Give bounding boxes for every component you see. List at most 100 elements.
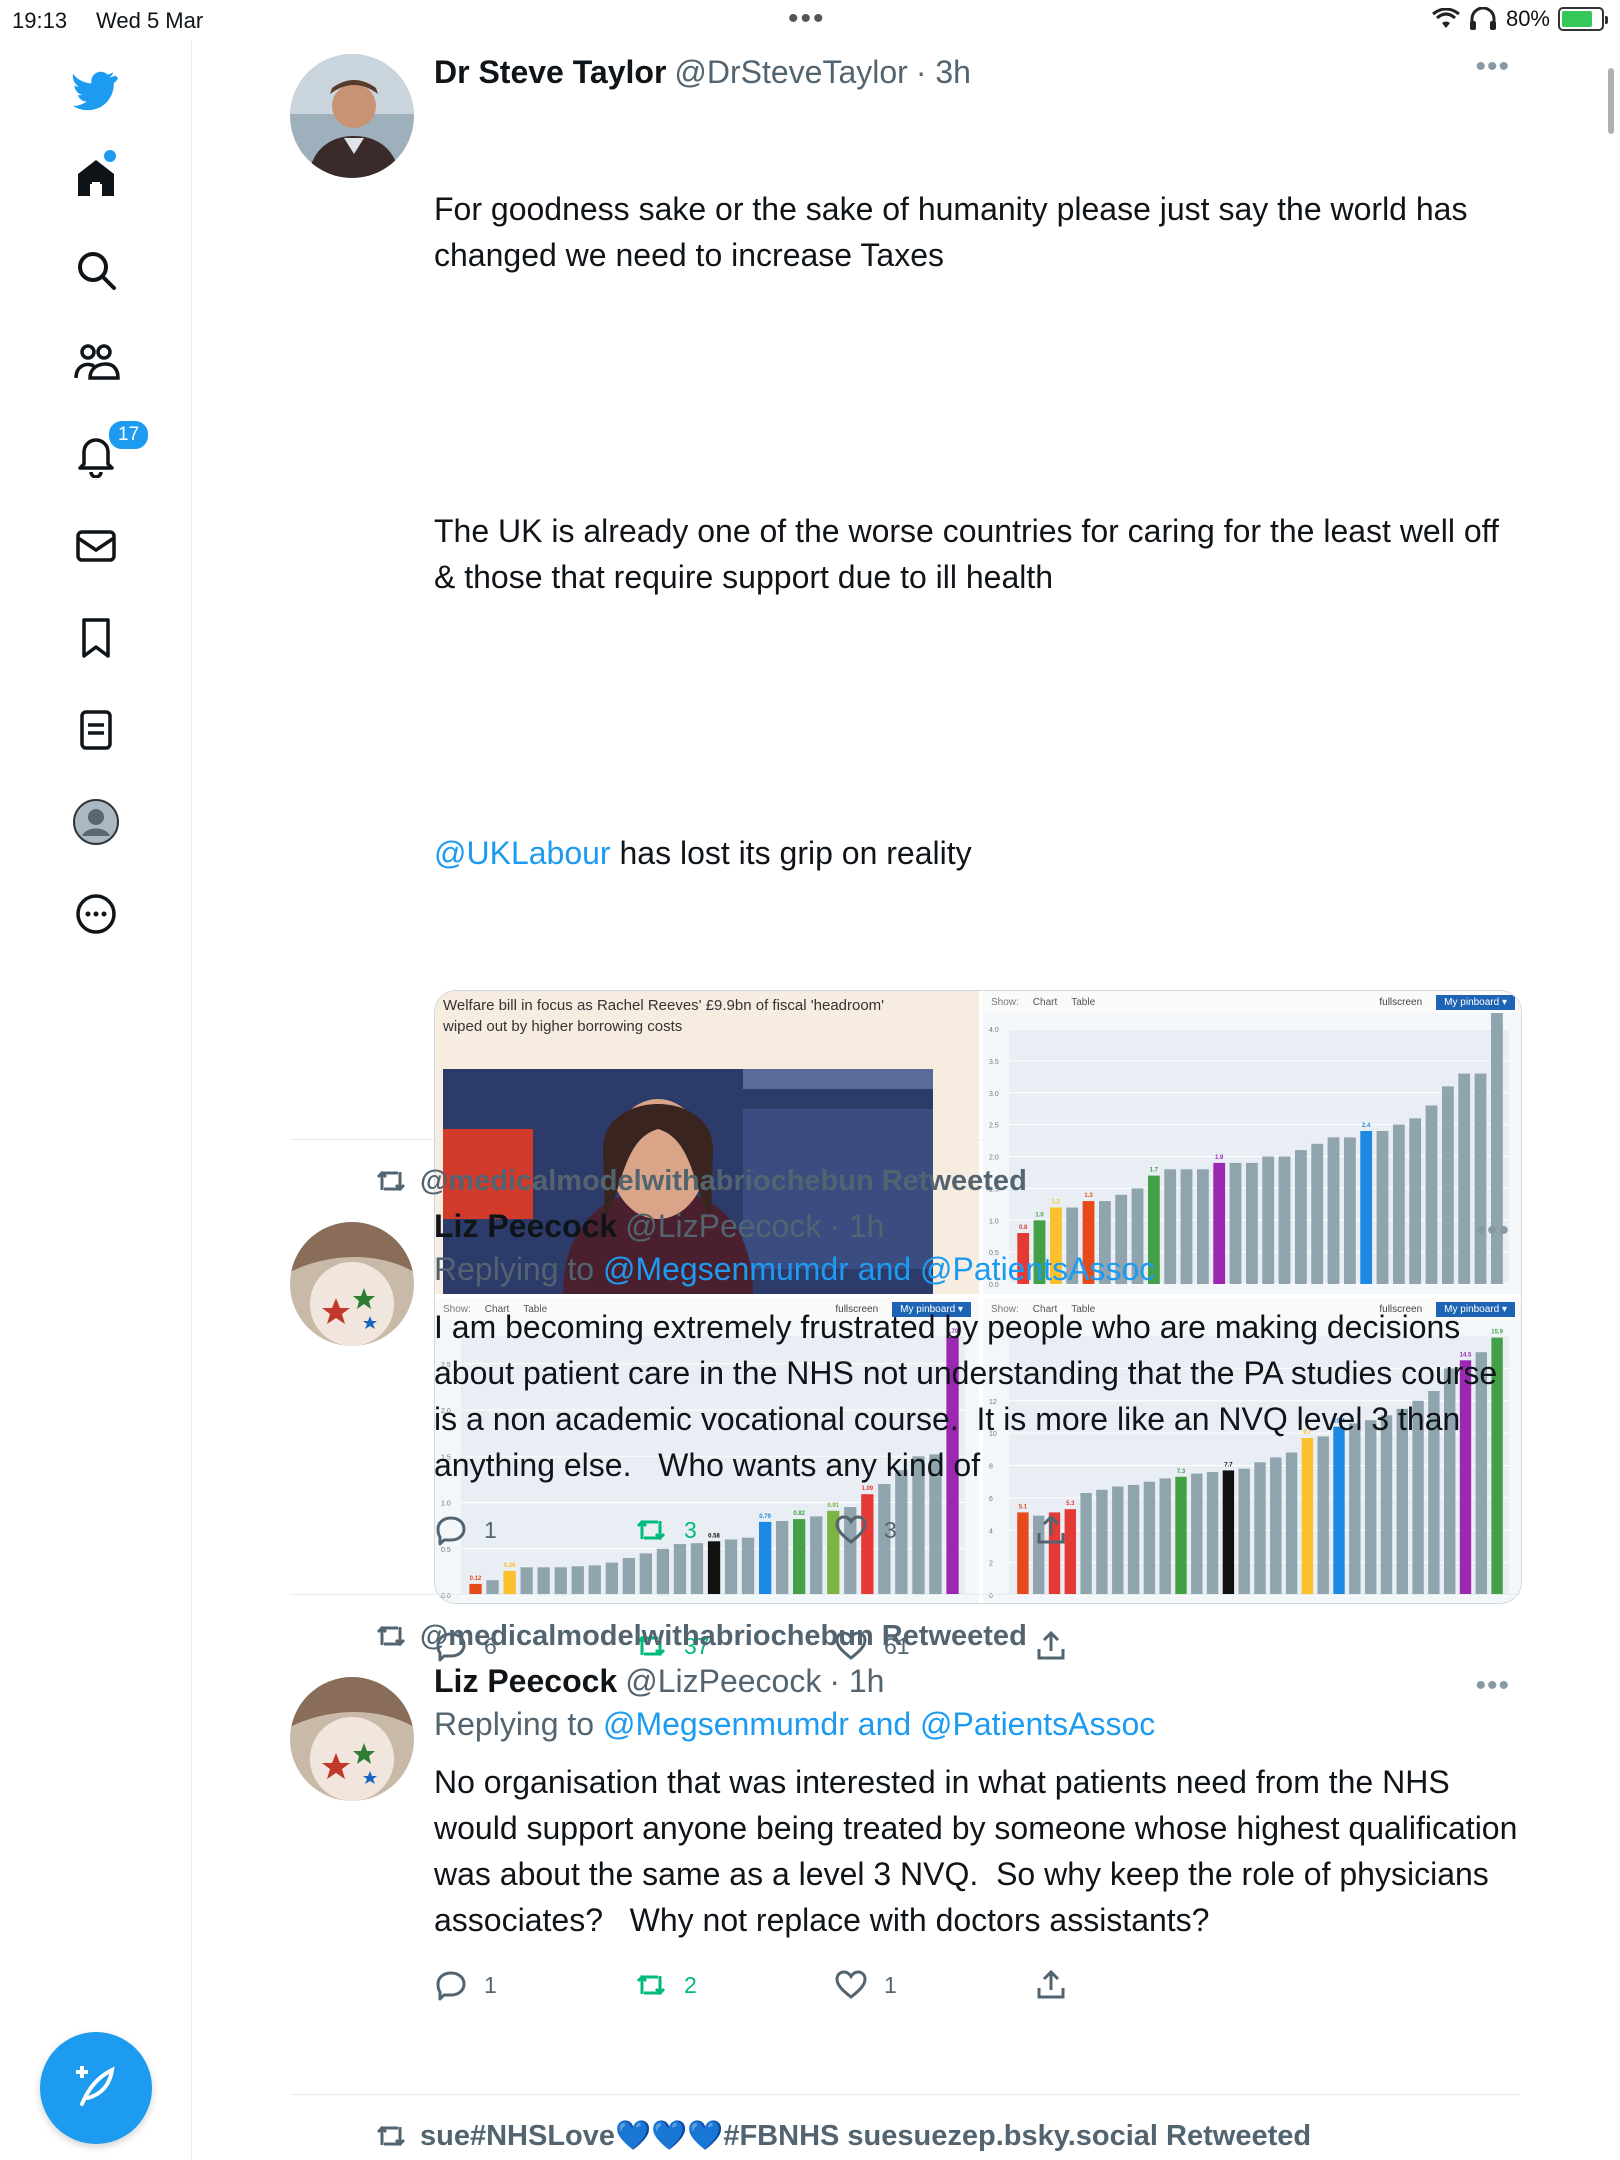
multitasking-dots-icon[interactable]: •••: [788, 2, 826, 36]
fullscreen-button[interactable]: fullscreen: [1379, 997, 1422, 1008]
replying-to-mentions[interactable]: @Megsenmumdr and @PatientsAssoc: [603, 1706, 1155, 1742]
tweet-text-para-3: @UKLabour has lost its grip on reality: [434, 830, 1520, 876]
battery-percent: 80%: [1505, 6, 1550, 31]
share-button[interactable]: [1034, 1513, 1234, 1547]
tweet-time[interactable]: · 1h: [829, 1206, 884, 1246]
chart-show-label: Show:: [991, 996, 1019, 1008]
reply-icon: [436, 1516, 466, 1546]
search-icon[interactable]: [66, 240, 126, 300]
twitter-logo-icon[interactable]: [66, 62, 126, 122]
retweeted-by-label[interactable]: sue#NHSLove💙💙💙#FBNHS suesuezep.bsky.soci…: [420, 2119, 1311, 2153]
heart-icon: [835, 1970, 867, 1999]
reply-count: 1: [484, 1971, 497, 1998]
chart-toolbar: Show: Chart Table fullscreen My pinboard ▾: [983, 991, 1521, 1013]
pinboard-button[interactable]: My pinboard ▾: [1436, 994, 1515, 1010]
tweet-actions: 1 3 3: [434, 1500, 1520, 1560]
author-name[interactable]: Liz Peecock: [434, 1206, 617, 1246]
tweet[interactable]: sue#NHSLove💙💙💙#FBNHS suesuezep.bsky.soci…: [290, 2095, 1520, 2160]
tweet-text-para-1: For goodness sake or the sake of humanit…: [434, 191, 1477, 273]
like-count: 3: [884, 1516, 897, 1543]
lists-icon[interactable]: [66, 700, 126, 760]
tweet-text-para-2: The UK is already one of the worse count…: [434, 513, 1508, 595]
profile-avatar-icon[interactable]: [66, 792, 126, 852]
avatar[interactable]: [290, 1677, 414, 1801]
home-icon[interactable]: [66, 148, 126, 208]
mention-link[interactable]: @UKLabour: [434, 835, 611, 871]
bookmarks-icon[interactable]: [66, 608, 126, 668]
retweet-context: @medicalmodelwithabriochebun Retweeted: [374, 1619, 1520, 1653]
communities-icon[interactable]: [66, 332, 126, 392]
retweet-context: sue#NHSLove💙💙💙#FBNHS suesuezep.bsky.soci…: [374, 2119, 1520, 2153]
author-handle[interactable]: @LizPeecock: [625, 1661, 821, 1701]
reply-button[interactable]: 1: [434, 1513, 634, 1547]
like-count: 1: [884, 1971, 897, 1998]
replying-to-prefix: Replying to: [434, 1251, 603, 1287]
replying-to-prefix: Replying to: [434, 1706, 603, 1742]
reply-count: 1: [484, 1516, 497, 1543]
table-tab[interactable]: Table: [1071, 997, 1095, 1008]
status-bar: 19:13 Wed 5 Mar ••• 80%: [0, 0, 1620, 40]
retweeted-by-label[interactable]: @medicalmodelwithabriochebun Retweeted: [420, 1620, 1027, 1653]
compose-feather-icon: [76, 2066, 115, 2106]
author-handle[interactable]: @DrSteveTaylor: [674, 52, 907, 92]
retweet-icon: [636, 1974, 666, 1996]
author-handle[interactable]: @LizPeecock: [625, 1206, 821, 1246]
timeline: ••• Dr Steve Taylor @DrSteveTaylor · 3h …: [290, 40, 1522, 2160]
tweet-text: No organisation that was interested in w…: [434, 1764, 1527, 1938]
notifications-badge: 17: [106, 418, 152, 452]
share-icon: [1037, 1514, 1065, 1544]
avatar[interactable]: [290, 1222, 414, 1346]
tweet[interactable]: ••• Dr Steve Taylor @DrSteveTaylor · 3h …: [290, 40, 1522, 1662]
retweet-icon: [376, 2125, 406, 2147]
tweet-text-tail: has lost its grip on reality: [610, 835, 972, 871]
tweet-header: Liz Peecock @LizPeecock · 1h: [434, 1206, 1520, 1246]
more-options-icon[interactable]: [66, 884, 126, 944]
tweet-more-icon[interactable]: •••: [1475, 50, 1510, 84]
notifications-bell-icon[interactable]: 17: [66, 418, 152, 484]
status-icons: 80%: [1432, 6, 1608, 32]
y-tick-label: 3.5: [989, 1059, 999, 1066]
article-headline: Welfare bill in focus as Rachel Reeves' …: [443, 997, 885, 1035]
share-button[interactable]: [1034, 1968, 1234, 2002]
tweet[interactable]: @medicalmodelwithabriochebun Retweeted •…: [290, 1140, 1520, 1595]
tweet-header: Liz Peecock @LizPeecock · 1h: [434, 1661, 1520, 1701]
retweet-context: @medicalmodelwithabriochebun Retweeted: [374, 1164, 1520, 1198]
y-tick-label: 4.0: [989, 1027, 999, 1034]
replying-to-mentions[interactable]: @Megsenmumdr and @PatientsAssoc: [603, 1251, 1155, 1287]
tweet-more-icon[interactable]: •••: [1475, 1669, 1510, 1703]
retweet-icon: [376, 1170, 406, 1192]
tweet-time[interactable]: · 1h: [829, 1661, 884, 1701]
tweet-text: I am becoming extremely frustrated by pe…: [434, 1309, 1507, 1483]
retweet-icon: [376, 1625, 406, 1647]
retweet-icon: [636, 1519, 666, 1541]
like-button[interactable]: 1: [834, 1968, 1034, 2002]
clock: 19:13: [12, 8, 68, 33]
messages-icon[interactable]: [66, 516, 126, 576]
wifi-icon: [1432, 8, 1460, 28]
retweet-count: 2: [684, 1971, 697, 1998]
tweet-more-icon[interactable]: •••: [1475, 1214, 1510, 1248]
tweet[interactable]: @medicalmodelwithabriochebun Retweeted •…: [290, 1595, 1520, 2095]
replying-to: Replying to @Megsenmumdr and @PatientsAs…: [434, 1701, 1520, 1747]
compose-tweet-button[interactable]: [40, 2032, 152, 2144]
scrollbar[interactable]: [1608, 68, 1614, 134]
tweet-header: Dr Steve Taylor @DrSteveTaylor · 3h: [434, 52, 1520, 92]
retweet-count: 3: [684, 1516, 697, 1543]
retweet-button[interactable]: 3: [634, 1513, 834, 1547]
reply-icon: [436, 1971, 466, 2001]
y-tick-label: 2.5: [989, 1123, 999, 1130]
author-name[interactable]: Dr Steve Taylor: [434, 52, 666, 92]
headphones-icon: [1469, 7, 1496, 30]
replying-to: Replying to @Megsenmumdr and @PatientsAs…: [434, 1246, 1520, 1292]
tweet-time[interactable]: · 3h: [916, 52, 971, 92]
author-name[interactable]: Liz Peecock: [434, 1661, 617, 1701]
avatar[interactable]: [290, 54, 414, 178]
chart-tab[interactable]: Chart: [1033, 997, 1057, 1008]
reply-button[interactable]: 1: [434, 1968, 634, 2002]
like-button[interactable]: 3: [834, 1513, 1034, 1547]
bar-value-label: 2.4: [1362, 1123, 1371, 1129]
date: Wed 5 Mar: [96, 8, 204, 33]
retweeted-by-label[interactable]: @medicalmodelwithabriochebun Retweeted: [420, 1165, 1027, 1198]
sidebar: 17: [0, 40, 192, 2160]
retweet-button[interactable]: 2: [634, 1968, 834, 2002]
